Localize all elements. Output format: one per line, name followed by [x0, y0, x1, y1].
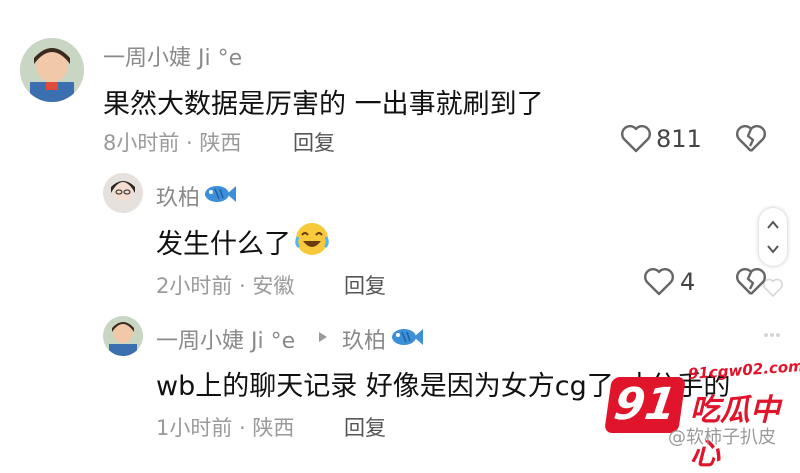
reply-button[interactable]: 回复 [344, 412, 386, 442]
chevron-up-down-icon [767, 220, 779, 254]
scroll-navigator[interactable] [759, 208, 787, 266]
comment-username[interactable]: 玖柏 [156, 180, 200, 212]
avatar[interactable] [103, 173, 143, 213]
fish-icon [390, 326, 424, 348]
comment-text: 果然大数据是厉害的 一出事就刷到了 [103, 89, 544, 120]
comment-time-location: 2小时前 · 安徽 [156, 274, 295, 298]
reply-button[interactable]: 回复 [344, 270, 386, 300]
avatar[interactable] [20, 38, 84, 102]
heart-icon[interactable] [643, 267, 675, 297]
reply-arrow-icon [318, 331, 328, 343]
heart-icon[interactable] [620, 124, 652, 154]
comment-username[interactable]: 一周小婕 Ji °e [103, 40, 242, 72]
faded-more-icon [762, 330, 782, 340]
fish-icon [203, 183, 237, 205]
comment-time-location: 1小时前 · 陕西 [156, 416, 295, 440]
broken-heart-icon[interactable] [735, 124, 767, 154]
watermark-credit: @软柿子扒皮 [668, 427, 776, 448]
comment-text: 发生什么了 [156, 229, 291, 260]
avatar[interactable] [103, 316, 143, 356]
watermark: 91cgw02.com 91 吃瓜中心 @软柿子扒皮 [598, 355, 800, 472]
reply-button[interactable]: 回复 [293, 127, 335, 157]
comment-username[interactable]: 一周小婕 Ji °e [156, 323, 295, 355]
watermark-site: 91cgw02.com [687, 356, 800, 384]
reply-to-username[interactable]: 玖柏 [342, 323, 386, 355]
comment-time-location: 8小时前 · 陕西 [103, 131, 242, 155]
faded-heart-icon [762, 278, 784, 298]
like-count: 811 [656, 125, 702, 153]
crying-laughing-emoji-icon [294, 221, 330, 257]
like-count: 4 [680, 268, 696, 296]
